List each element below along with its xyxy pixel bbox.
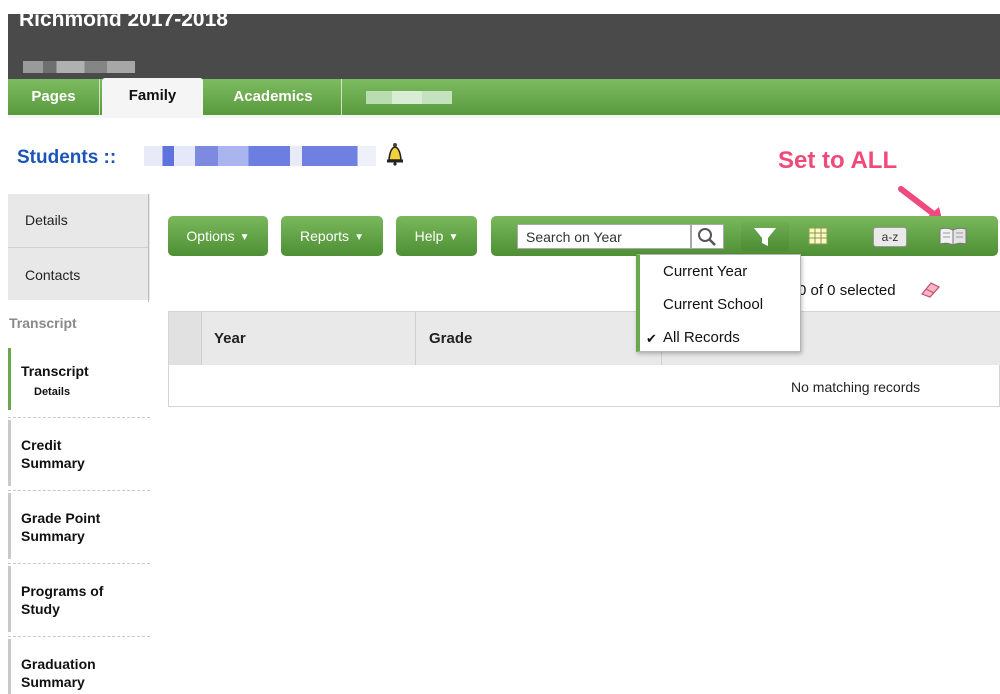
sidebar-item-programs-of-study[interactable]: Programs of Study — [8, 566, 133, 632]
tab-pages[interactable]: Pages — [8, 79, 100, 115]
sidebar-item-label: Transcript — [21, 363, 89, 379]
tab-redacted[interactable] — [366, 91, 452, 104]
sort-az-icon[interactable]: a-z — [873, 227, 907, 247]
tab-family[interactable]: Family — [102, 78, 203, 116]
sidebar-separator — [8, 563, 150, 564]
page-title: Students :: — [17, 147, 117, 168]
sidebar-tab-contacts[interactable]: Contacts — [8, 249, 148, 301]
reports-button[interactable]: Reports ▼ — [281, 216, 383, 256]
sidebar-section-transcript: Transcript — [9, 315, 77, 331]
sidebar-separator — [8, 417, 150, 418]
select-column-header[interactable] — [169, 312, 202, 365]
help-button[interactable]: Help ▼ — [396, 216, 477, 256]
redacted-user-name — [23, 61, 135, 73]
chevron-down-icon: ▼ — [354, 232, 364, 243]
filter-option-current-year[interactable]: Current Year — [663, 263, 747, 280]
sidebar-separator — [8, 636, 150, 637]
selection-count: 0 of 0 selected — [798, 282, 896, 299]
chevron-down-icon: ▼ — [239, 232, 250, 243]
sidebar-separator — [8, 490, 150, 491]
sidebar-item-grade-point-summary[interactable]: Grade Point Summary — [8, 493, 133, 559]
search-input[interactable] — [517, 224, 691, 249]
book-icon[interactable] — [938, 226, 968, 246]
sidebar-item-credit-summary[interactable]: Credit Summary — [8, 420, 123, 486]
bell-icon[interactable] — [386, 142, 404, 166]
transcript-table: Year Grade No matching records — [168, 311, 1000, 407]
filter-button[interactable] — [741, 222, 789, 251]
filter-icon — [754, 228, 776, 246]
school-year-title: Richmond 2017-2018 — [19, 8, 228, 31]
sidebar-divider — [148, 194, 149, 302]
options-label: Options — [186, 228, 235, 244]
column-header-grade[interactable]: Grade — [416, 312, 662, 365]
filter-option-current-school[interactable]: Current School — [663, 296, 763, 313]
tab-academics[interactable]: Academics — [205, 79, 342, 115]
help-label: Help — [414, 228, 444, 244]
search-button[interactable] — [691, 224, 724, 249]
empty-state-message: No matching records — [791, 379, 921, 395]
sidebar-tab-details[interactable]: Details — [8, 196, 148, 248]
grid-view-icon[interactable] — [808, 226, 828, 246]
redacted-student-name — [144, 146, 376, 166]
set-to-all-annotation: Set to ALL — [778, 147, 898, 174]
reports-label: Reports — [300, 228, 350, 244]
options-button[interactable]: Options ▼ — [168, 216, 268, 256]
search-icon — [698, 228, 716, 246]
table-header: Year Grade — [169, 312, 1000, 365]
app-header: Richmond 2017-2018 — [8, 8, 1000, 79]
sidebar-item-graduation-summary[interactable]: Graduation Summary — [8, 639, 133, 694]
chevron-down-icon: ▼ — [448, 232, 459, 243]
sidebar-item-sublabel: Details — [34, 386, 71, 398]
filter-dropdown-menu: Current Year Current School ✔ All Record… — [636, 254, 801, 352]
sidebar-item-transcript-details[interactable]: Transcript Details — [8, 348, 150, 410]
check-icon: ✔ — [646, 331, 657, 346]
column-header-year[interactable]: Year — [201, 312, 416, 365]
filter-option-all-records[interactable]: All Records — [663, 329, 740, 346]
top-navigation: Pages Family Academics — [8, 78, 1000, 118]
eraser-icon[interactable] — [919, 280, 941, 298]
